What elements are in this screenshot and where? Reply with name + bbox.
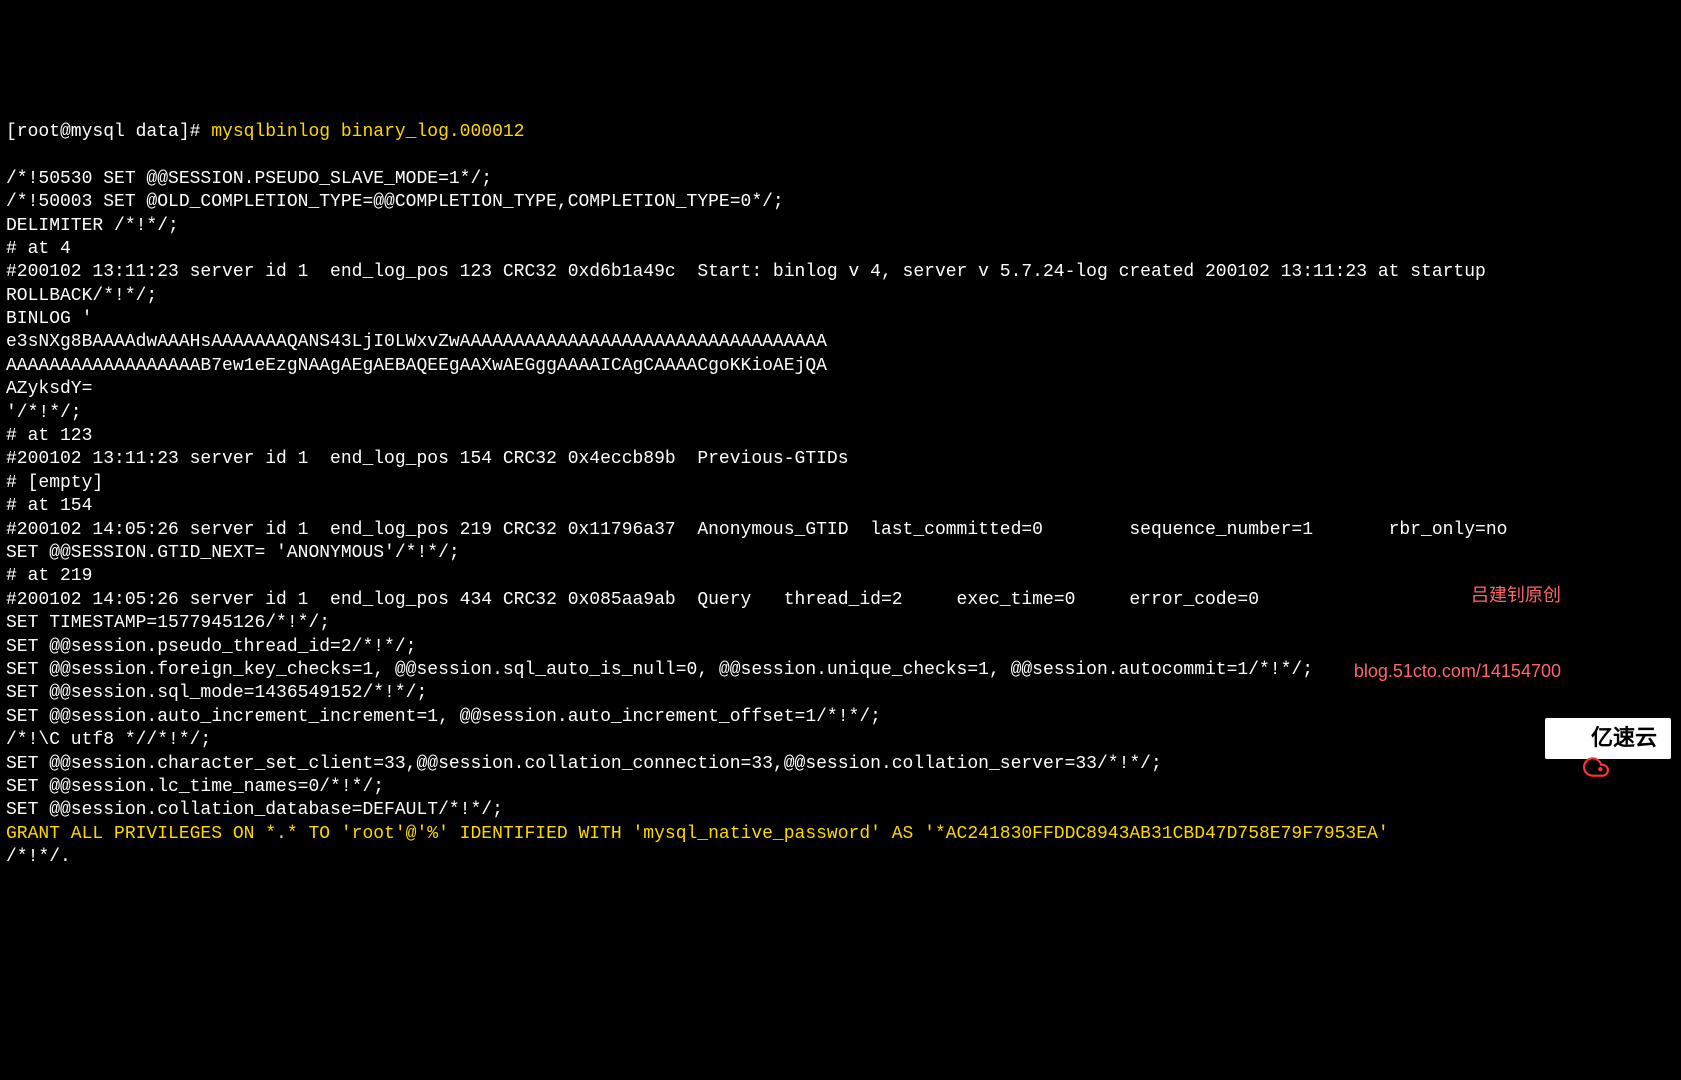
provider-logo-text: 亿速云 — [1591, 724, 1657, 753]
prompt-line: [root@mysql data]# mysqlbinlog binary_lo… — [6, 121, 1675, 144]
output-line: SET @@session.pseudo_thread_id=2/*!*/; — [6, 637, 416, 657]
output-line-partial: /*!*/. — [6, 847, 71, 867]
output-line: SET @@SESSION.GTID_NEXT= 'ANONYMOUS'/*!*… — [6, 543, 460, 563]
output-line: # at 4 — [6, 239, 71, 259]
output-line: e3sNXg8BAAAAdwAAAHsAAAAAAAQANS43LjI0LWxv… — [6, 332, 827, 352]
shell-prompt: [root@mysql data]# — [6, 122, 211, 142]
watermark-author: 吕建钊原创 — [1354, 583, 1561, 608]
output-line: #200102 14:05:26 server id 1 end_log_pos… — [6, 520, 1507, 540]
output-line: SET @@session.foreign_key_checks=1, @@se… — [6, 660, 1313, 680]
output-line: '/*!*/; — [6, 403, 82, 423]
output-line: SET @@session.collation_database=DEFAULT… — [6, 800, 503, 820]
output-line: SET @@session.character_set_client=33,@@… — [6, 754, 1162, 774]
output-line: AZyksdY= — [6, 379, 92, 399]
output-line: # at 154 — [6, 496, 92, 516]
output-line: SET TIMESTAMP=1577945126/*!*/; — [6, 613, 330, 633]
provider-logo: 亿速云 — [1545, 718, 1671, 759]
output-line: #200102 14:05:26 server id 1 end_log_pos… — [6, 590, 1259, 610]
grant-statement: GRANT ALL PRIVILEGES ON *.* TO 'root'@'%… — [6, 824, 1389, 844]
watermark: 吕建钊原创 blog.51cto.com/14154700 — [1354, 533, 1561, 709]
output-line: /*!50003 SET @OLD_COMPLETION_TYPE=@@COMP… — [6, 192, 784, 212]
output-line: # [empty] — [6, 473, 103, 493]
output-line: /*!\C utf8 *//*!*/; — [6, 730, 211, 750]
output-line: SET @@session.auto_increment_increment=1… — [6, 707, 881, 727]
output-line: AAAAAAAAAAAAAAAAAAB7ew1eEzgNAAgAEgAEBAQE… — [6, 356, 827, 376]
output-line: # at 123 — [6, 426, 92, 446]
shell-command: mysqlbinlog binary_log.000012 — [211, 122, 524, 142]
output-line: ROLLBACK/*!*/; — [6, 286, 157, 306]
output-line: # at 219 — [6, 566, 92, 586]
output-line: BINLOG ' — [6, 309, 92, 329]
output-line: #200102 13:11:23 server id 1 end_log_pos… — [6, 262, 1486, 282]
output-line: DELIMITER /*!*/; — [6, 216, 179, 236]
terminal-output[interactable]: [root@mysql data]# mysqlbinlog binary_lo… — [6, 98, 1675, 870]
cloud-icon — [1559, 726, 1585, 752]
output-line: SET @@session.sql_mode=1436549152/*!*/; — [6, 683, 427, 703]
output-line: SET @@session.lc_time_names=0/*!*/; — [6, 777, 384, 797]
watermark-url: blog.51cto.com/14154700 — [1354, 659, 1561, 684]
output-line: #200102 13:11:23 server id 1 end_log_pos… — [6, 449, 849, 469]
output-line: /*!50530 SET @@SESSION.PSEUDO_SLAVE_MODE… — [6, 169, 492, 189]
